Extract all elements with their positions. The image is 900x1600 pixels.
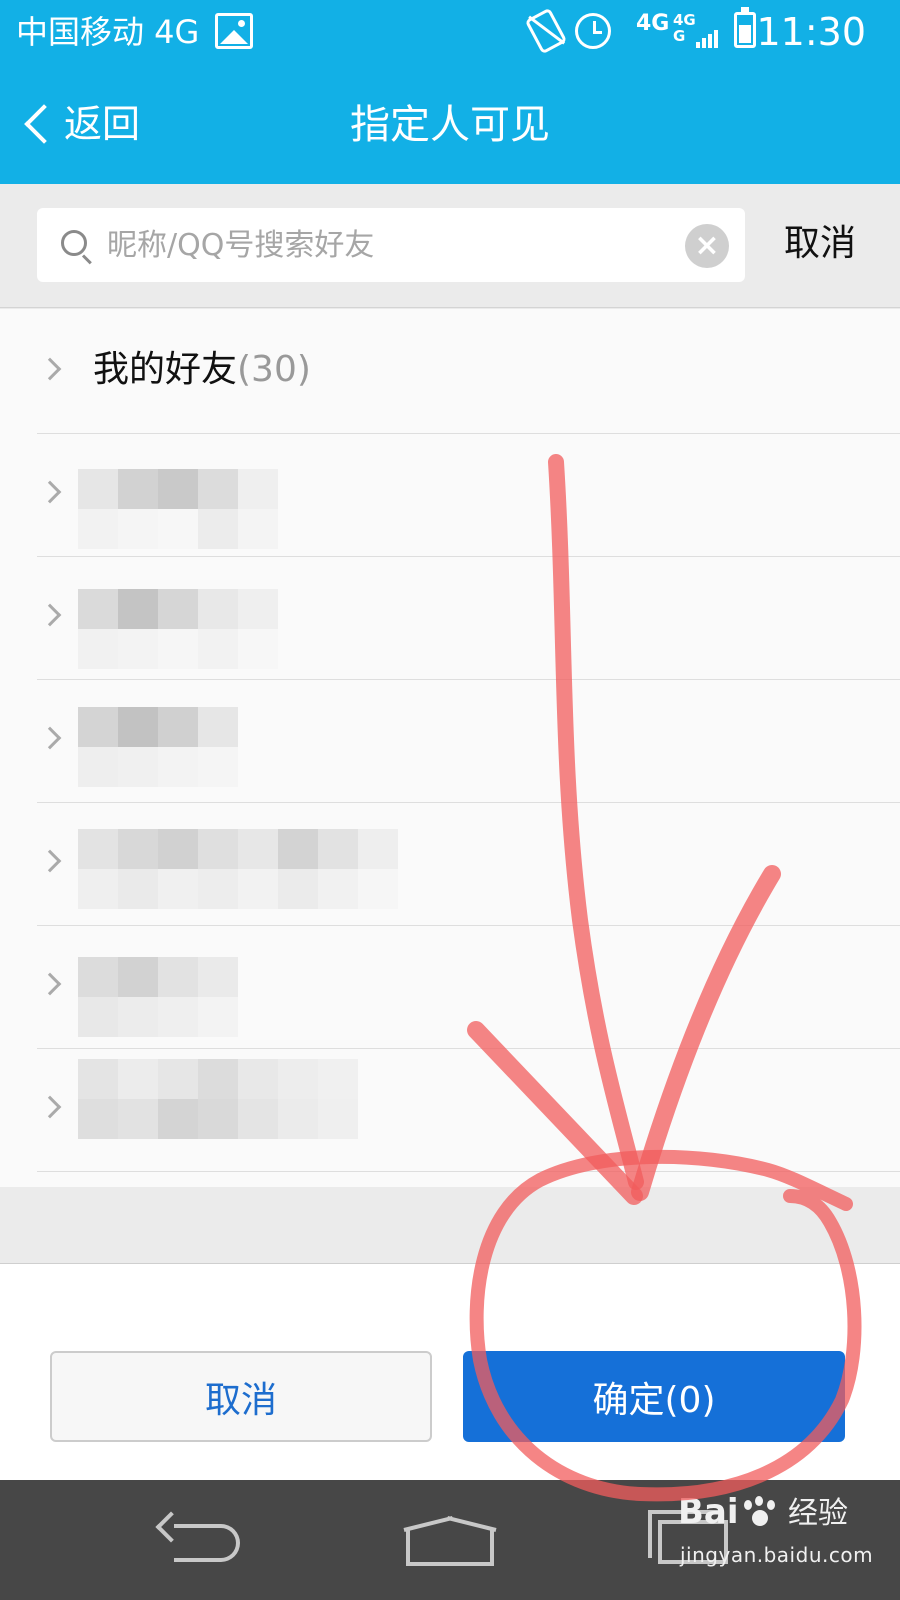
privacy-mosaic (78, 829, 398, 909)
privacy-mosaic (78, 957, 238, 1037)
chevron-right-icon (38, 603, 62, 627)
close-icon: × (694, 228, 720, 263)
vibrate-icon (524, 7, 568, 55)
watermark-text: 经验 (788, 1496, 848, 1531)
privacy-mosaic (78, 589, 278, 669)
chevron-right-icon (38, 357, 62, 381)
network-type-top: 4G (673, 11, 696, 29)
page-title: 指定人可见 (350, 102, 550, 148)
group-row[interactable]: 我的好友(30) (0, 309, 900, 434)
group-label: 我的好友(30) (93, 345, 311, 395)
search-input[interactable] (107, 220, 687, 270)
confirm-button[interactable]: 确定(0) (463, 1351, 845, 1442)
baidu-jingyan-watermark: Bai 经验 jingyan.baidu.com (678, 1490, 888, 1590)
status-bar: 中国移动 4G 4G 4G G 11:30 (0, 0, 900, 64)
search-icon (61, 230, 87, 256)
network-type-label-secondary: 4G G (673, 12, 696, 44)
chevron-right-icon (38, 972, 62, 996)
title-bar: 返回 指定人可见 (0, 64, 900, 184)
bottom-action-bar: 取消 确定(0) (0, 1263, 900, 1480)
friend-group-list: 我的好友(30) (0, 309, 900, 1187)
carrier-label: 中国移动 4G (16, 13, 200, 51)
network-type-label: 4G (636, 11, 670, 36)
privacy-mosaic (78, 707, 238, 787)
chevron-right-icon (38, 849, 62, 873)
clock-label: 11:30 (756, 10, 866, 54)
watermark-url: jingyan.baidu.com (680, 1543, 874, 1567)
alarm-icon (575, 13, 611, 49)
battery-icon (734, 7, 756, 48)
search-cancel-button[interactable]: 取消 (784, 218, 856, 270)
group-name: 我的好友 (93, 349, 238, 390)
search-box: × (37, 208, 745, 282)
search-area: × 取消 (0, 184, 900, 308)
chevron-right-icon (38, 726, 62, 750)
image-icon (215, 13, 253, 49)
cancel-button[interactable]: 取消 (50, 1351, 432, 1442)
clear-search-button[interactable]: × (685, 224, 729, 268)
chevron-right-icon (38, 1095, 62, 1119)
nav-back-icon[interactable] (155, 1511, 242, 1568)
nav-home-icon[interactable] (403, 1515, 497, 1566)
watermark-brand: Bai (678, 1492, 739, 1532)
network-type-bottom: G (673, 27, 686, 45)
paw-icon (742, 1496, 776, 1530)
group-count: (30) (237, 349, 311, 390)
chevron-right-icon (38, 480, 62, 504)
privacy-mosaic (78, 469, 278, 549)
privacy-mosaic (78, 1059, 358, 1139)
